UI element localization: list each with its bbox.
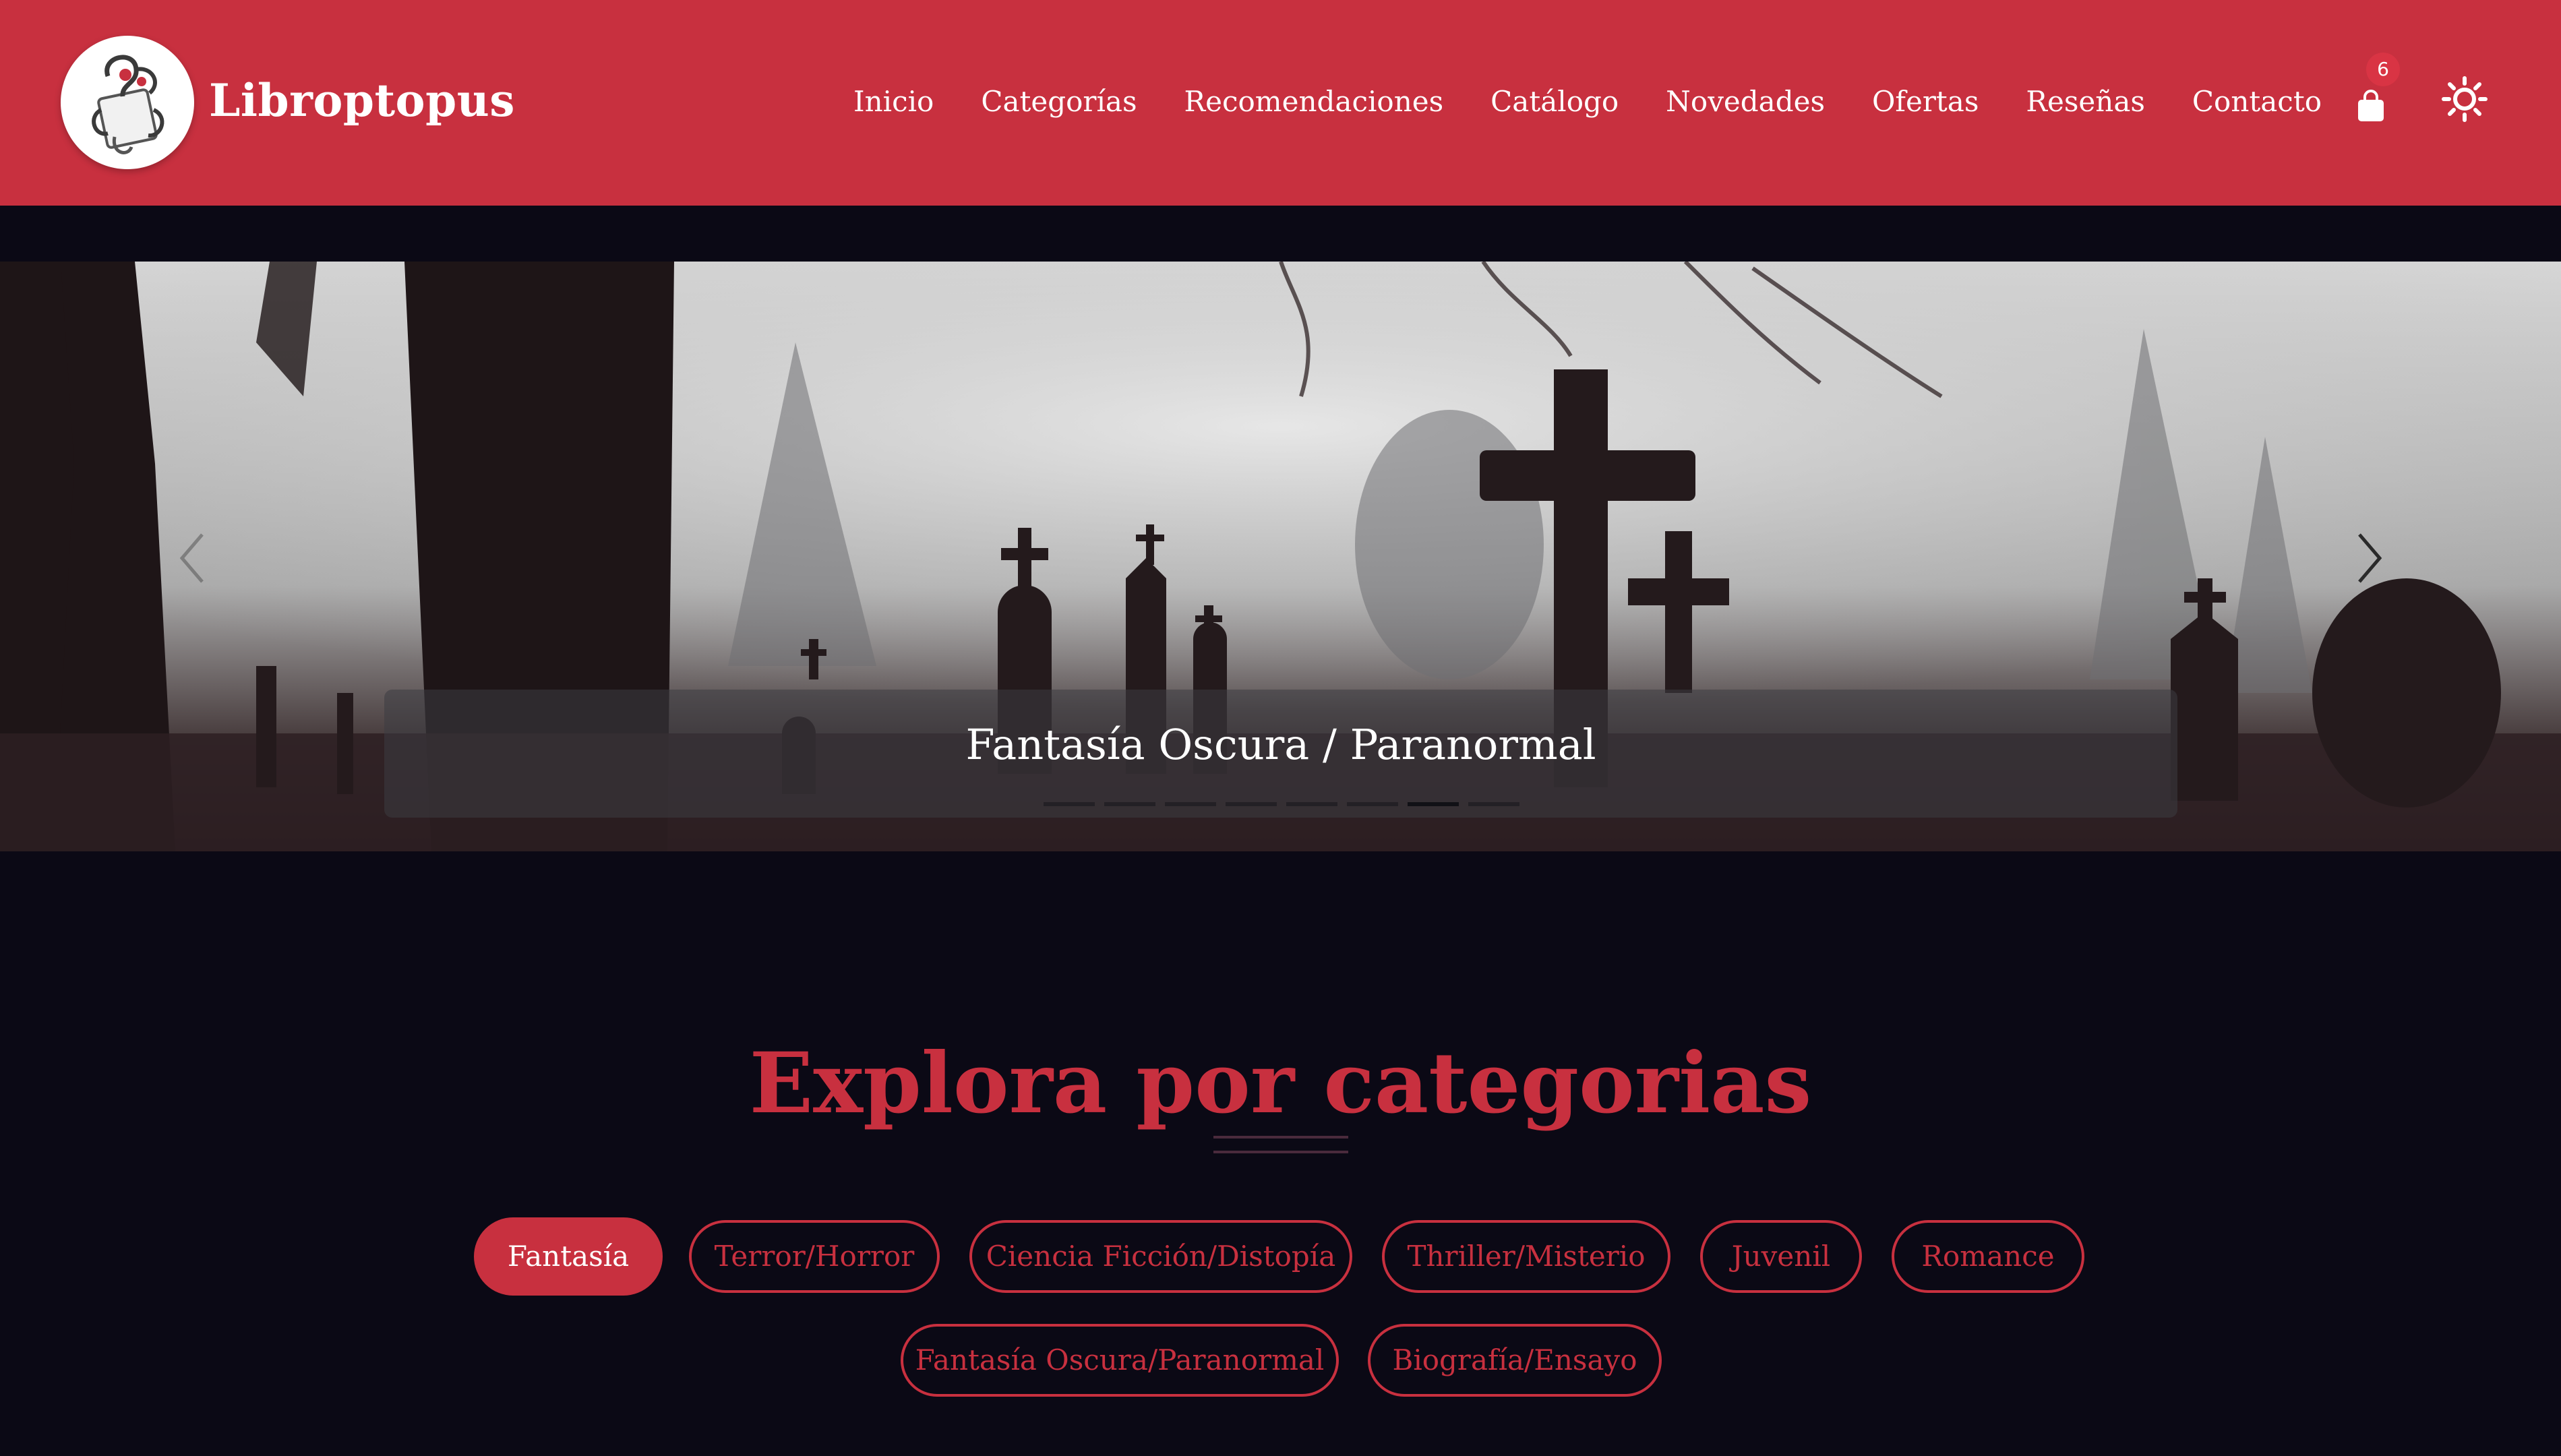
nav-novedades[interactable]: Novedades [1666,80,1825,124]
nav-contacto[interactable]: Contacto [2192,80,2322,124]
cart-count-badge: 6 [2366,53,2400,86]
category-pill-fantasia-oscura[interactable]: Fantasía Oscura/Paranormal [901,1324,1339,1397]
category-pill-juvenil[interactable]: Juvenil [1700,1220,1862,1293]
category-pill-fantasia[interactable]: Fantasía [474,1217,663,1296]
chevron-right-icon [2358,533,2382,583]
nav-catalogo[interactable]: Catálogo [1490,80,1619,124]
category-pill-romance[interactable]: Romance [1892,1220,2084,1293]
chevron-left-icon [179,533,204,583]
section-title: Explora por categorias [749,1035,1812,1132]
carousel-indicators [1044,802,1529,806]
carousel-indicator[interactable] [1468,802,1519,806]
carousel-indicator[interactable] [1104,802,1155,806]
theme-toggle-button[interactable] [2442,76,2488,122]
carousel-indicator[interactable] [1044,802,1095,806]
hero-carousel: Fantasía Oscura / Paranormal [0,262,2561,851]
category-pill-thriller[interactable]: Thriller/Misterio [1382,1220,1670,1293]
carousel-prev-button[interactable] [169,524,216,592]
octopus-book-logo-icon [92,55,164,154]
carousel-next-button[interactable] [2346,524,2393,592]
sun-icon [2442,76,2488,122]
site-logo[interactable] [61,36,194,169]
title-underline [1213,1136,1348,1153]
site-header: Libroptopus Inicio Categorías Recomendac… [0,0,2561,206]
carousel-indicator[interactable] [1226,802,1277,806]
shopping-bag-icon [2358,90,2384,121]
cart-button[interactable] [2356,81,2390,125]
category-pill-ciencia-ficcion[interactable]: Ciencia Ficción/Distopía [969,1220,1352,1293]
slide-caption: Fantasía Oscura / Paranormal [384,690,2177,818]
nav-recomendaciones[interactable]: Recomendaciones [1184,80,1444,124]
nav-inicio[interactable]: Inicio [853,80,934,124]
category-pill-biografia[interactable]: Biografía/Ensayo [1368,1324,1662,1397]
brand-name[interactable]: Libroptopus [209,70,515,131]
carousel-indicator[interactable] [1286,802,1337,806]
main-nav: Inicio Categorías Recomendaciones Catálo… [806,80,2322,124]
carousel-indicator[interactable] [1165,802,1216,806]
category-pill-terror[interactable]: Terror/Horror [689,1220,940,1293]
slide-caption-text: Fantasía Oscura / Paranormal [965,720,1596,769]
nav-resenas[interactable]: Reseñas [2026,80,2145,124]
nav-ofertas[interactable]: Ofertas [1872,80,1979,124]
carousel-indicator[interactable] [1347,802,1398,806]
carousel-indicator-active[interactable] [1408,802,1459,806]
nav-categorias[interactable]: Categorías [981,80,1137,124]
